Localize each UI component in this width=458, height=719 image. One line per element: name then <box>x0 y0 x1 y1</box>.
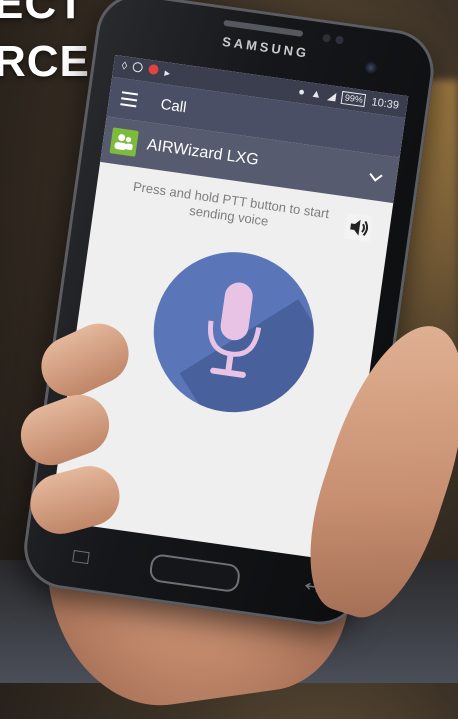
battery-indicator: 99% <box>341 90 367 108</box>
gps-icon: ● <box>297 85 306 99</box>
status-time: 10:39 <box>370 95 400 112</box>
location-notification-icon: ◊ <box>120 60 128 73</box>
group-icon <box>109 127 139 157</box>
ptt-button[interactable] <box>143 241 325 423</box>
menu-icon[interactable] <box>120 91 139 108</box>
light-sensor <box>334 35 344 45</box>
device-brand: SAMSUNG <box>221 33 311 61</box>
recent-apps-button[interactable] <box>72 550 90 565</box>
headline-line-1: ECT <box>0 0 85 28</box>
app-bar-title: Call <box>159 95 188 117</box>
sync-notification-icon <box>132 61 144 73</box>
chevron-down-icon[interactable] <box>366 167 386 187</box>
proximity-sensor <box>322 33 332 43</box>
wifi-icon: ▲ <box>310 87 323 101</box>
play-notification-icon: ▸ <box>163 67 171 80</box>
home-button[interactable] <box>148 552 242 594</box>
record-notification-icon <box>148 63 160 76</box>
microphone-icon <box>207 282 262 378</box>
headline-line-2: RCE <box>0 37 90 86</box>
earpiece-speaker <box>223 19 304 37</box>
signal-icon: ◢ <box>326 89 337 104</box>
group-name: AIRWizard LXG <box>145 136 260 169</box>
front-camera-icon <box>362 59 379 76</box>
speaker-icon[interactable] <box>343 212 374 243</box>
